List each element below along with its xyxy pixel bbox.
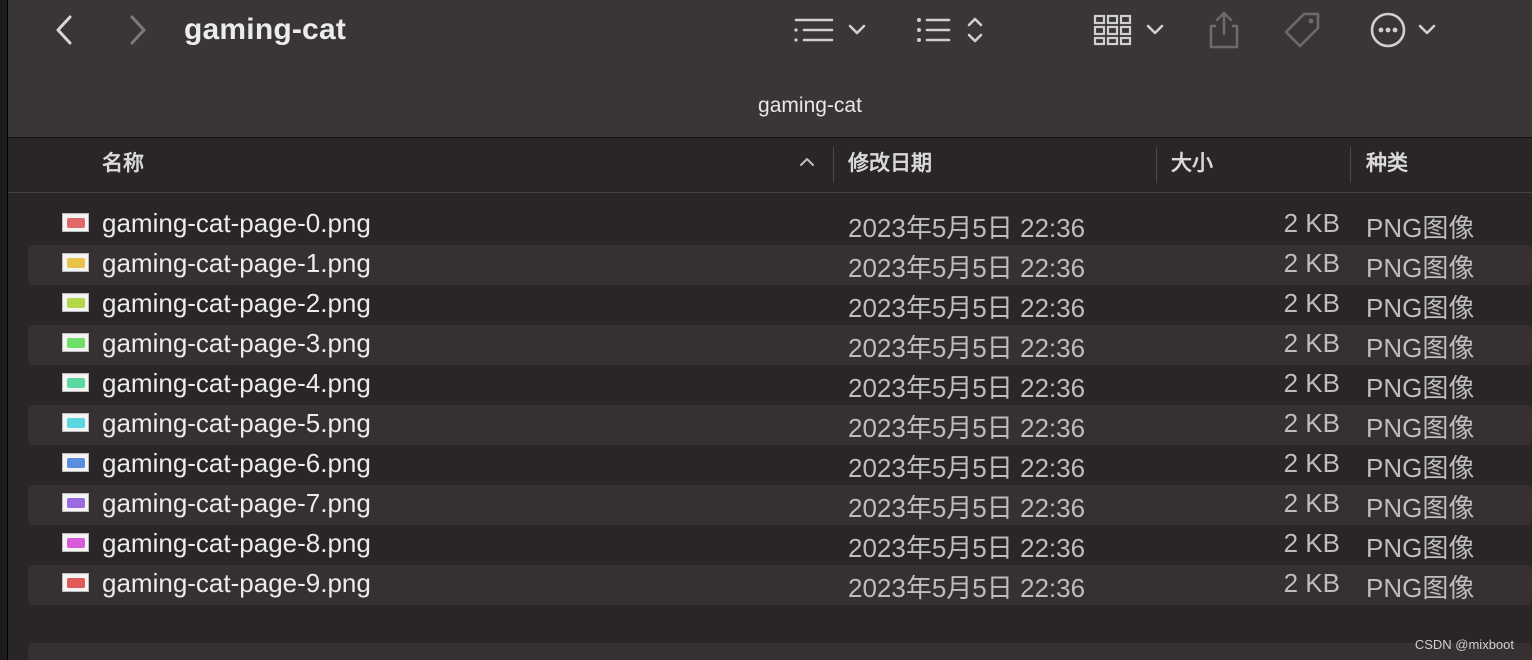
file-size: 2 KB bbox=[1283, 328, 1340, 358]
thumbnail-fill bbox=[67, 538, 85, 548]
file-size: 2 KB bbox=[1283, 248, 1340, 278]
share-icon[interactable] bbox=[1204, 8, 1244, 52]
column-modified[interactable]: 修改日期 bbox=[848, 139, 932, 193]
table-row[interactable]: gaming-cat-page-0.png 2023年5月5日 22:36 2 KB… bbox=[28, 205, 1532, 245]
list-view-icon[interactable] bbox=[788, 8, 838, 52]
window-edge bbox=[0, 0, 8, 660]
file-size: 2 KB bbox=[1283, 528, 1340, 558]
file-kind: PNG图像 bbox=[1366, 293, 1475, 323]
file-name: gaming-cat-page-2.png bbox=[102, 288, 371, 318]
empty-row bbox=[28, 643, 1532, 660]
table-row[interactable]: gaming-cat-page-9.png 2023年5月5日 22:36 2 KB… bbox=[28, 565, 1532, 605]
chevron-down-icon[interactable] bbox=[844, 8, 870, 52]
file-kind: PNG图像 bbox=[1366, 253, 1475, 283]
column-divider[interactable] bbox=[1156, 147, 1157, 183]
file-kind: PNG图像 bbox=[1366, 413, 1475, 443]
png-thumbnail-icon bbox=[62, 533, 89, 552]
file-size: 2 KB bbox=[1283, 488, 1340, 518]
table-row[interactable]: gaming-cat-page-6.png 2023年5月5日 22:36 2 KB… bbox=[28, 445, 1532, 485]
file-modified: 2023年5月5日 22:36 bbox=[848, 453, 1086, 483]
file-name: gaming-cat-page-5.png bbox=[102, 408, 371, 438]
thumbnail-fill bbox=[67, 418, 85, 428]
file-name: gaming-cat-page-1.png bbox=[102, 248, 371, 278]
forward-icon[interactable] bbox=[120, 8, 156, 52]
thumbnail-fill bbox=[67, 458, 85, 468]
file-kind: PNG图像 bbox=[1366, 493, 1475, 523]
column-size[interactable]: 大小 bbox=[1171, 139, 1213, 193]
png-thumbnail-icon bbox=[62, 253, 89, 272]
gallery-view-icon[interactable] bbox=[1092, 8, 1134, 52]
file-size: 2 KB bbox=[1283, 368, 1340, 398]
sort-ascending-icon[interactable] bbox=[798, 155, 816, 174]
thumbnail-fill bbox=[67, 578, 85, 588]
column-header: 名称 修改日期 大小 种类 bbox=[8, 139, 1532, 193]
file-size: 2 KB bbox=[1283, 448, 1340, 478]
file-name: gaming-cat-page-0.png bbox=[102, 208, 371, 238]
thumbnail-fill bbox=[67, 498, 85, 508]
file-name: gaming-cat-page-4.png bbox=[102, 368, 371, 398]
file-name: gaming-cat-page-3.png bbox=[102, 328, 371, 358]
thumbnail-fill bbox=[67, 218, 85, 228]
file-kind: PNG图像 bbox=[1366, 533, 1475, 563]
group-icon[interactable] bbox=[914, 8, 954, 52]
file-modified: 2023年5月5日 22:36 bbox=[848, 493, 1086, 523]
watermark: CSDN @mixboot bbox=[1414, 637, 1514, 652]
png-thumbnail-icon bbox=[62, 573, 89, 592]
table-row[interactable]: gaming-cat-page-4.png 2023年5月5日 22:36 2 KB… bbox=[28, 365, 1532, 405]
file-modified: 2023年5月5日 22:36 bbox=[848, 333, 1086, 363]
file-kind: PNG图像 bbox=[1366, 333, 1475, 363]
png-thumbnail-icon bbox=[62, 453, 89, 472]
png-thumbnail-icon bbox=[62, 373, 89, 392]
file-size: 2 KB bbox=[1283, 568, 1340, 598]
file-kind: PNG图像 bbox=[1366, 373, 1475, 403]
back-icon[interactable] bbox=[46, 8, 82, 52]
finder-window: gaming-cat gaming-cat 名称 修改日期 大小 种类 gami… bbox=[8, 0, 1532, 660]
file-name: gaming-cat-page-9.png bbox=[102, 568, 371, 598]
file-modified: 2023年5月5日 22:36 bbox=[848, 533, 1086, 563]
file-list: gaming-cat-page-0.png 2023年5月5日 22:36 2 KB… bbox=[28, 205, 1532, 605]
file-modified: 2023年5月5日 22:36 bbox=[848, 573, 1086, 603]
table-row[interactable]: gaming-cat-page-1.png 2023年5月5日 22:36 2 KB… bbox=[28, 245, 1532, 285]
png-thumbnail-icon bbox=[62, 333, 89, 352]
tag-icon[interactable] bbox=[1280, 8, 1324, 52]
file-modified: 2023年5月5日 22:36 bbox=[848, 253, 1086, 283]
thumbnail-fill bbox=[67, 378, 85, 388]
file-kind: PNG图像 bbox=[1366, 573, 1475, 603]
thumbnail-fill bbox=[67, 258, 85, 268]
sort-updown-icon[interactable] bbox=[962, 8, 988, 52]
table-row[interactable]: gaming-cat-page-3.png 2023年5月5日 22:36 2 KB… bbox=[28, 325, 1532, 365]
column-divider[interactable] bbox=[1350, 147, 1351, 183]
file-name: gaming-cat-page-6.png bbox=[102, 448, 371, 478]
file-size: 2 KB bbox=[1283, 208, 1340, 238]
table-row[interactable]: gaming-cat-page-8.png 2023年5月5日 22:36 2 KB… bbox=[28, 525, 1532, 565]
file-name: gaming-cat-page-8.png bbox=[102, 528, 371, 558]
table-row[interactable]: gaming-cat-page-2.png 2023年5月5日 22:36 2 KB… bbox=[28, 285, 1532, 325]
chevron-down-icon[interactable] bbox=[1414, 8, 1440, 52]
window-title: gaming-cat bbox=[184, 13, 347, 46]
table-row[interactable]: gaming-cat-page-5.png 2023年5月5日 22:36 2 KB… bbox=[28, 405, 1532, 445]
file-modified: 2023年5月5日 22:36 bbox=[848, 213, 1086, 243]
file-modified: 2023年5月5日 22:36 bbox=[848, 413, 1086, 443]
png-thumbnail-icon bbox=[62, 293, 89, 312]
column-kind[interactable]: 种类 bbox=[1366, 139, 1408, 193]
path-title: gaming-cat bbox=[758, 94, 862, 117]
png-thumbnail-icon bbox=[62, 493, 89, 512]
thumbnail-fill bbox=[67, 338, 85, 348]
png-thumbnail-icon bbox=[62, 413, 89, 432]
png-thumbnail-icon bbox=[62, 213, 89, 232]
file-modified: 2023年5月5日 22:36 bbox=[848, 293, 1086, 323]
table-row[interactable]: gaming-cat-page-7.png 2023年5月5日 22:36 2 KB… bbox=[28, 485, 1532, 525]
chevron-down-icon[interactable] bbox=[1142, 8, 1168, 52]
file-modified: 2023年5月5日 22:36 bbox=[848, 373, 1086, 403]
thumbnail-fill bbox=[67, 298, 85, 308]
file-size: 2 KB bbox=[1283, 408, 1340, 438]
file-kind: PNG图像 bbox=[1366, 453, 1475, 483]
column-divider[interactable] bbox=[833, 147, 834, 183]
file-size: 2 KB bbox=[1283, 288, 1340, 318]
more-icon[interactable] bbox=[1368, 8, 1408, 52]
file-name: gaming-cat-page-7.png bbox=[102, 488, 371, 518]
column-name[interactable]: 名称 bbox=[102, 139, 144, 193]
file-kind: PNG图像 bbox=[1366, 213, 1475, 243]
toolbar: gaming-cat gaming-cat bbox=[8, 0, 1532, 138]
